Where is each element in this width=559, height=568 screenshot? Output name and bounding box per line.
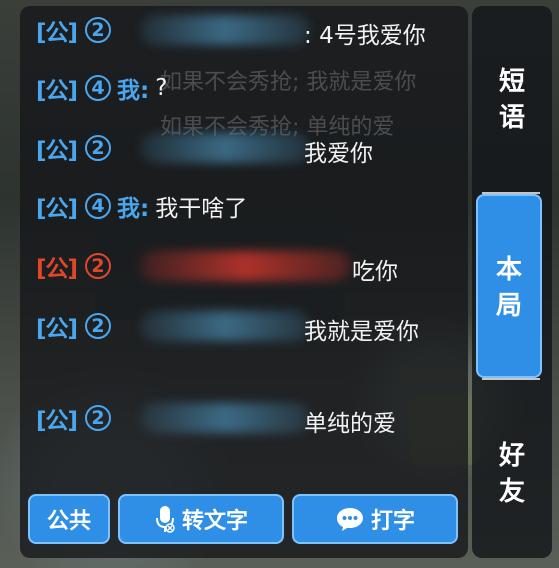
tab-friends-label: 好友 — [499, 441, 526, 507]
blurred-player-name — [140, 311, 310, 341]
seat-number-badge: 2 — [85, 405, 112, 431]
message-text: 我爱你 — [304, 141, 373, 167]
voice-to-text-button[interactable]: 转文字 — [118, 494, 284, 544]
tab-phrases-label: 短语 — [499, 67, 526, 133]
chat-message: [公] 2 : 4号我爱你 — [36, 10, 466, 50]
chat-message: [公] 4 我: ? — [36, 68, 466, 108]
channel-tag: [公] — [36, 78, 78, 104]
message-text: 我就是爱你 — [304, 319, 419, 345]
chat-panel[interactable]: 如果不会秀抢; 我就是爱你 如果不会秀抢; 单纯的爱 [公] 2 : 4号我爱你… — [20, 6, 468, 558]
blurred-player-name — [140, 15, 310, 45]
chat-message: [公] 2 单纯的爱 — [36, 398, 466, 438]
type-text-label: 打字 — [370, 509, 415, 534]
public-channel-button[interactable]: 公共 — [28, 494, 110, 544]
blurred-player-name — [140, 403, 310, 433]
message-text: 单纯的爱 — [304, 411, 396, 437]
voice-to-text-label: 转文字 — [181, 509, 248, 534]
message-text: : 4号我爱你 — [304, 23, 426, 49]
channel-tag: [公] — [36, 256, 78, 282]
chat-message: [公] 2 吃你 — [36, 246, 466, 286]
channel-tag: [公] — [36, 408, 78, 434]
seat-number-badge: 2 — [85, 17, 112, 43]
tab-this-round[interactable]: 本局 — [476, 194, 542, 378]
seat-number-badge: 4 — [85, 75, 112, 101]
chat-message: [公] 2 我就是爱你 — [36, 306, 466, 346]
chat-message: [公] 4 我: 我干啥了 — [36, 186, 466, 226]
tab-divider — [482, 378, 540, 380]
tab-phrases[interactable]: 短语 — [480, 64, 544, 136]
self-label: 我: — [117, 78, 150, 104]
channel-tag: [公] — [36, 138, 78, 164]
message-text: 吃你 — [352, 259, 398, 285]
chat-message: [公] 2 我爱你 — [36, 128, 466, 168]
channel-tag: [公] — [36, 196, 78, 222]
channel-tag: [公] — [36, 20, 78, 46]
chat-bubble-icon — [335, 506, 365, 532]
tab-friends[interactable]: 好友 — [480, 438, 544, 510]
message-text: 我干啥了 — [155, 196, 248, 222]
chat-side-tabs: 短语 本局 好友 — [472, 6, 552, 558]
seat-number-badge: 2 — [85, 135, 112, 161]
mic-icon — [154, 504, 176, 534]
chat-input-bar: 公共 转文字 打字 — [28, 494, 458, 548]
seat-number-badge: 4 — [85, 193, 112, 219]
self-label: 我: — [117, 196, 150, 222]
type-text-button[interactable]: 打字 — [292, 494, 458, 544]
seat-number-badge: 2 — [85, 313, 112, 339]
public-channel-label: 公共 — [46, 509, 91, 534]
channel-tag: [公] — [36, 316, 78, 342]
seat-number-badge: 2 — [85, 253, 112, 279]
blurred-player-name — [140, 133, 310, 163]
tab-this-round-label: 本局 — [496, 255, 523, 321]
blurred-player-name — [140, 251, 350, 281]
message-text: ? — [155, 75, 168, 101]
